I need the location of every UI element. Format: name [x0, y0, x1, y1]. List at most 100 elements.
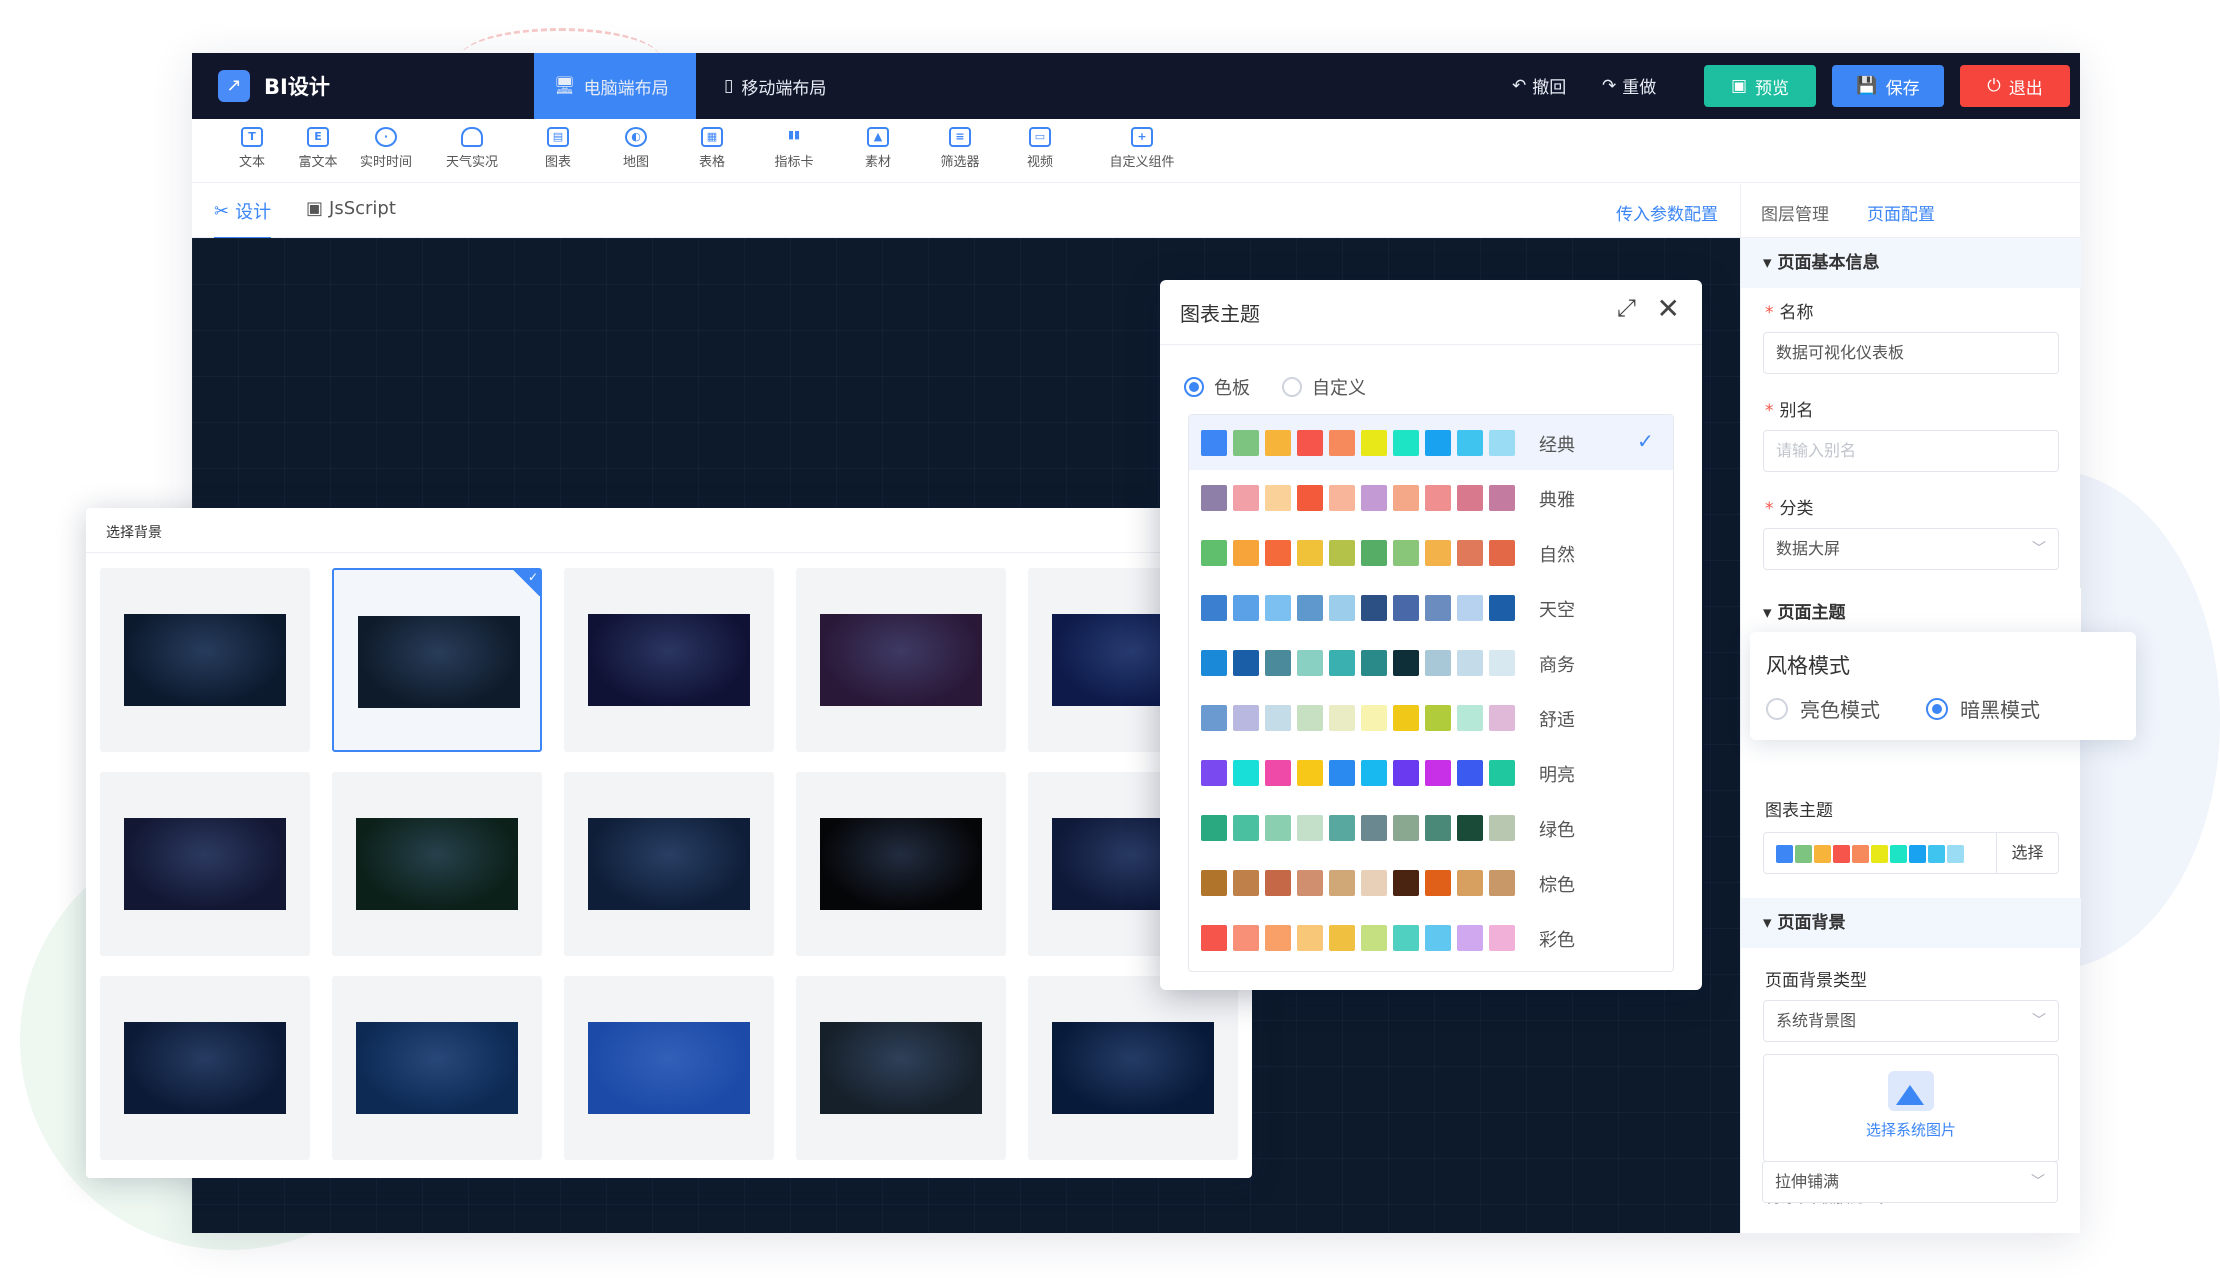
pick-system-image[interactable]: 选择系统图片	[1763, 1054, 2059, 1162]
dark-mode-radio[interactable]: 暗黑模式	[1926, 694, 2040, 723]
component-material[interactable]: ▲ 素材	[838, 127, 918, 170]
palette-swatch	[1425, 540, 1451, 566]
category-label: * 分类	[1765, 499, 1814, 519]
component-weather[interactable]: 天气实况	[432, 127, 512, 170]
save-button[interactable]: 💾 保存	[1832, 65, 1944, 107]
bg-type-select[interactable]: 系统背景图 ﹀	[1763, 1000, 2059, 1042]
component-label: 指标卡	[774, 155, 814, 170]
bg-scale-select[interactable]: 拉伸铺满 ﹀	[1762, 1161, 2058, 1203]
tab-design[interactable]: ✂ 设计	[214, 198, 272, 240]
redo-button[interactable]: ↷ 重做	[1602, 73, 1656, 99]
background-thumbnail[interactable]	[332, 772, 542, 956]
mobile-icon: ▯	[724, 76, 734, 96]
palette-name: 经典	[1539, 435, 1575, 456]
section-page-theme[interactable]: ▾ 页面主题	[1741, 588, 2081, 638]
palette-row[interactable]: 天空	[1189, 580, 1673, 635]
background-preview-image	[124, 818, 286, 910]
section-basic-info[interactable]: ▾ 页面基本信息	[1741, 238, 2081, 288]
palette-mode-radio[interactable]: 色板	[1184, 374, 1250, 400]
palette-row[interactable]: 自然	[1189, 525, 1673, 580]
palette-row[interactable]: 商务	[1189, 635, 1673, 690]
background-thumbnail[interactable]	[796, 976, 1006, 1160]
close-icon[interactable]: ✕	[1657, 292, 1680, 325]
top-bar: ↗ BI设计 🖥 电脑端布局 ▯ 移动端布局 ↶ 撤回 ↷ 重做 ▣ 预览 💾 …	[192, 53, 2080, 119]
component-map[interactable]: ◐ 地图	[596, 127, 676, 170]
exit-button[interactable]: ⏻ 退出	[1960, 65, 2070, 107]
background-thumbnail[interactable]	[1028, 976, 1238, 1160]
palette-swatch	[1489, 540, 1515, 566]
tab-mobile-layout[interactable]: ▯ 移动端布局	[704, 53, 846, 119]
image-icon: ▲	[867, 127, 889, 147]
tab-jsscript[interactable]: ▣ JsScript	[306, 198, 396, 219]
palette-row[interactable]: 典雅	[1189, 470, 1673, 525]
style-mode-title: 风格模式	[1766, 654, 1850, 678]
component-custom[interactable]: + 自定义组件	[1090, 127, 1194, 170]
tab-desktop-layout[interactable]: 🖥 电脑端布局	[534, 53, 696, 119]
tab-layer-management[interactable]: 图层管理	[1761, 200, 1829, 225]
component-kpi[interactable]: ▮▮ 指标卡	[754, 127, 834, 170]
palette-swatch	[1393, 540, 1419, 566]
background-thumbnail[interactable]	[796, 568, 1006, 752]
palette-swatch	[1297, 650, 1323, 676]
background-thumbnail[interactable]	[100, 772, 310, 956]
kpi-icon: ▮▮	[787, 128, 801, 141]
palette-row[interactable]: 明亮	[1189, 745, 1673, 800]
background-thumbnail[interactable]	[332, 568, 542, 752]
select-theme-button[interactable]: 选择	[1996, 833, 2058, 873]
tab-page-config[interactable]: 页面配置	[1867, 200, 1935, 241]
palette-swatch	[1361, 595, 1387, 621]
palette-swatch	[1361, 815, 1387, 841]
component-filter[interactable]: ≡ 筛选器	[920, 127, 1000, 170]
section-basic-info-label: 页面基本信息	[1777, 253, 1880, 273]
background-thumbnail[interactable]	[796, 772, 1006, 956]
background-thumbnail[interactable]	[100, 976, 310, 1160]
section-page-background[interactable]: ▾ 页面背景	[1741, 898, 2081, 948]
component-chart[interactable]: ▤ 图表	[518, 127, 598, 170]
alias-field[interactable]: 请输入别名	[1763, 430, 2059, 472]
category-select[interactable]: 数据大屏 ﹀	[1763, 528, 2059, 570]
tab-desktop-layout-label: 电脑端布局	[583, 78, 669, 99]
palette-swatch	[1393, 650, 1419, 676]
background-thumbnail[interactable]	[100, 568, 310, 752]
palette-row[interactable]: 彩色	[1189, 910, 1673, 965]
background-preview-image	[588, 614, 750, 706]
tab-design-label: 设计	[235, 202, 272, 223]
palette-row[interactable]: 棕色	[1189, 855, 1673, 910]
chart-theme-dialog: 图表主题 ⤢ ✕ 色板 自定义 经典 ✓ 典雅 自然 天空 商务 舒适 明亮 绿色 棕色 彩色	[1160, 280, 1702, 990]
background-thumbnail[interactable]	[332, 976, 542, 1160]
name-field[interactable]: 数据可视化仪表板	[1763, 332, 2059, 374]
palette-name: 绿色	[1539, 820, 1575, 841]
component-realtime[interactable]: · 实时时间	[346, 127, 426, 170]
palette-row[interactable]: 经典 ✓	[1189, 415, 1673, 470]
palette-name: 棕色	[1539, 875, 1575, 896]
light-mode-radio[interactable]: 亮色模式	[1766, 694, 1880, 723]
chevron-down-icon: ﹀	[2032, 1013, 2046, 1029]
component-label: 表格	[698, 155, 725, 170]
palette-swatch	[1393, 485, 1419, 511]
palette-swatch	[1361, 870, 1387, 896]
expand-icon[interactable]: ⤢	[1617, 294, 1636, 322]
palette-swatch	[1361, 650, 1387, 676]
palette-row[interactable]: 绿色	[1189, 800, 1673, 855]
chart-theme-preview[interactable]: 选择	[1763, 832, 2059, 874]
palette-swatch	[1201, 705, 1227, 731]
palette-row[interactable]: 舒适	[1189, 690, 1673, 745]
background-thumbnail[interactable]	[564, 976, 774, 1160]
palette-swatch	[1393, 760, 1419, 786]
divider	[1160, 344, 1702, 345]
component-video[interactable]: ▭ 视频	[1000, 127, 1080, 170]
background-thumbnail[interactable]	[564, 568, 774, 752]
component-label: 地图	[622, 155, 649, 170]
palette-name: 商务	[1539, 655, 1575, 676]
custom-mode-radio[interactable]: 自定义	[1282, 374, 1366, 400]
background-thumbnail[interactable]	[564, 772, 774, 956]
table-icon: ▦	[701, 127, 723, 147]
preview-button[interactable]: ▣ 预览	[1704, 65, 1816, 107]
component-table[interactable]: ▦ 表格	[672, 127, 752, 170]
component-label: 筛选器	[940, 155, 980, 170]
param-config-link[interactable]: 传入参数配置	[1616, 200, 1718, 225]
palette-swatch	[1265, 815, 1291, 841]
undo-button[interactable]: ↶ 撤回	[1512, 73, 1566, 99]
chart-theme-label: 图表主题	[1765, 801, 1833, 821]
palette-swatch	[1201, 870, 1227, 896]
